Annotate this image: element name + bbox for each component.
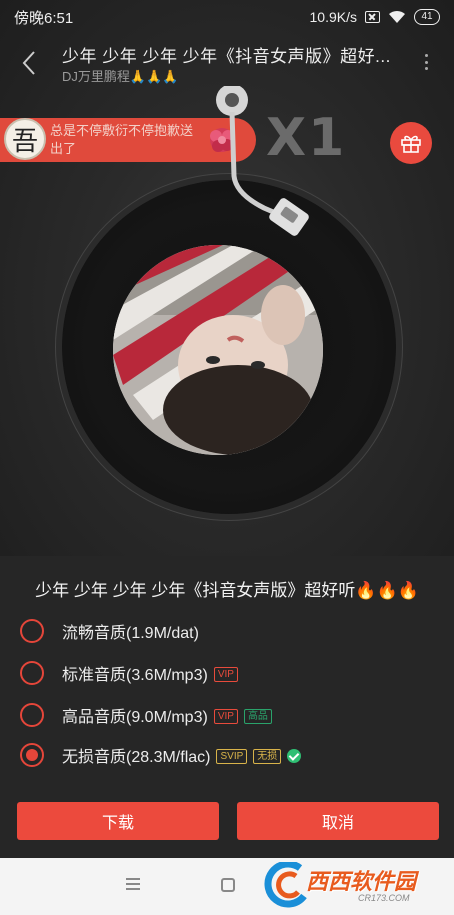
status-icons: 10.9K/s 41	[310, 9, 440, 25]
option-label: 高品音质(9.0M/mp3) VIP 高品	[62, 703, 272, 727]
high-quality-tag: 高品	[243, 709, 272, 724]
song-artist: DJ万里鹏程🙏🙏🙏	[62, 69, 179, 84]
more-options-button[interactable]	[416, 50, 436, 74]
watermark-logo	[264, 862, 307, 908]
option-label: 流畅音质(1.9M/dat)	[62, 625, 199, 642]
no-sim-icon	[365, 11, 380, 23]
avatar: 吾	[4, 118, 46, 160]
radio-button[interactable]	[20, 619, 44, 643]
wifi-icon	[389, 10, 405, 23]
more-dots-icon	[424, 54, 428, 57]
network-speed: 10.9K/s	[309, 9, 357, 25]
menu-icon[interactable]	[126, 878, 140, 890]
cancel-button[interactable]: 取消	[237, 802, 439, 840]
radio-button-selected[interactable]	[20, 743, 44, 767]
quality-option-smooth[interactable]: 流畅音质(1.9M/dat)	[0, 610, 454, 652]
watermark: 西西软件园 CR173.COM	[258, 860, 454, 912]
tonearm	[216, 86, 309, 236]
player-background: 傍晚6:51 10.9K/s 41 少年 少年 少年 少年《抖音女声版》超好..…	[0, 0, 454, 556]
option-label: 无损音质(28.3M/flac) SVIP 无损	[62, 743, 302, 767]
sheet-title: 少年 少年 少年 少年《抖音女声版》超好听🔥🔥🔥	[35, 581, 419, 600]
quality-option-high[interactable]: 高品音质(9.0M/mp3) VIP 高品	[0, 694, 454, 736]
home-icon[interactable]	[221, 878, 235, 892]
gift-icon	[401, 135, 421, 153]
option-label: 标准音质(3.6M/mp3) VIP	[62, 661, 238, 685]
status-time: 傍晚6:51	[14, 9, 74, 27]
battery-icon: 41	[414, 9, 440, 25]
chevron-left-icon	[22, 51, 35, 75]
vip-tag: VIP	[213, 667, 238, 682]
album-cover	[113, 245, 323, 455]
quality-option-lossless[interactable]: 无损音质(28.3M/flac) SVIP 无损	[0, 734, 454, 776]
gift-button[interactable]	[390, 122, 432, 164]
quality-sheet: 少年 少年 少年 少年《抖音女声版》超好听🔥🔥🔥 流畅音质(1.9M/dat) …	[0, 556, 454, 858]
svip-tag: SVIP	[216, 749, 248, 764]
radio-button[interactable]	[20, 703, 44, 727]
vip-tag: VIP	[213, 709, 238, 724]
watermark-url: CR173.COM	[358, 893, 410, 903]
lossless-tag: 无损	[253, 749, 282, 764]
back-button[interactable]	[14, 48, 44, 78]
check-icon	[287, 749, 302, 763]
album-cover-image	[113, 245, 323, 455]
quality-option-standard[interactable]: 标准音质(3.6M/mp3) VIP	[0, 652, 454, 694]
watermark-text: 西西软件园	[306, 869, 417, 894]
song-title: 少年 少年 少年 少年《抖音女声版》超好...	[62, 47, 391, 66]
status-bar: 傍晚6:51 10.9K/s 41	[0, 0, 454, 34]
comment-text: 总是不停敷衍不停抱歉送出了	[50, 123, 194, 156]
download-button[interactable]: 下载	[17, 802, 219, 840]
radio-button[interactable]	[20, 661, 44, 685]
